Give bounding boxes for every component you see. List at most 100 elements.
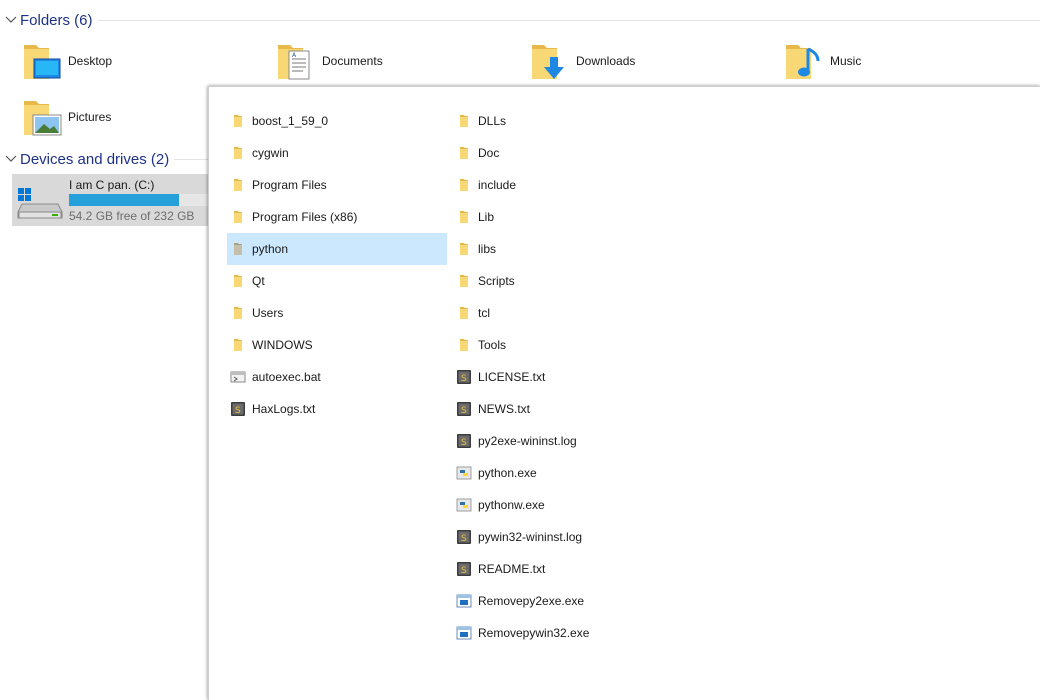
popup-item-label: Doc xyxy=(478,146,500,160)
popup-item[interactable]: python xyxy=(227,233,447,265)
app-exe-icon xyxy=(455,624,473,642)
folder-icon xyxy=(455,176,473,194)
downloads-folder-icon xyxy=(530,39,572,83)
folder-popup-menu: boost_1_59_0cygwin Program Files Program F… xyxy=(208,86,1040,700)
drive-name: I am C pan. (C:) xyxy=(69,178,155,192)
documents-folder-icon: A xyxy=(276,39,318,83)
popup-item[interactable]: S NEWS.txt xyxy=(453,393,673,425)
folder-icon xyxy=(229,272,247,290)
popup-item-label: autoexec.bat xyxy=(252,370,321,384)
folder-label-downloads: Downloads xyxy=(576,54,636,68)
popup-item[interactable]: Removepy2exe.exe xyxy=(453,585,673,617)
python-exe-icon xyxy=(455,464,473,482)
folder-icon xyxy=(455,144,473,162)
svg-text:S: S xyxy=(235,406,241,416)
popup-item[interactable]: libs xyxy=(453,233,673,265)
popup-item[interactable]: Lib xyxy=(453,201,673,233)
folder-tile-documents[interactable]: A Documents xyxy=(276,38,383,84)
folder-icon xyxy=(229,112,247,130)
popup-item[interactable]: DLLs xyxy=(453,105,673,137)
popup-item[interactable]: S LICENSE.txt xyxy=(453,361,673,393)
folder-icon xyxy=(455,240,473,258)
popup-item[interactable]: S README.txt xyxy=(453,553,673,585)
text-file-icon: S xyxy=(455,432,473,450)
folders-section-header[interactable]: Folders (6) xyxy=(4,9,93,31)
popup-item[interactable]: boost_1_59_0 xyxy=(227,105,447,137)
folder-icon xyxy=(229,336,247,354)
popup-item-label: Program Files (x86) xyxy=(252,210,358,224)
folder-icon xyxy=(455,112,473,130)
popup-item-label: cygwin xyxy=(252,146,289,160)
popup-item[interactable]: Users xyxy=(227,297,447,329)
python-exe-icon xyxy=(455,496,473,514)
app-exe-icon xyxy=(455,592,473,610)
text-file-icon: S xyxy=(455,368,473,386)
folder-label-desktop: Desktop xyxy=(68,54,113,68)
svg-text:S: S xyxy=(461,406,467,416)
music-folder-icon xyxy=(784,39,826,83)
drives-header-label: Devices and drives (2) xyxy=(20,150,170,168)
folder-label-pictures: Pictures xyxy=(68,110,112,124)
svg-text:S: S xyxy=(461,566,467,576)
folder-tile-music[interactable]: Music xyxy=(784,38,861,84)
folder-tile-pictures[interactable]: Pictures xyxy=(22,94,111,140)
text-file-icon: S xyxy=(455,560,473,578)
drive-usage-bar xyxy=(69,194,212,206)
folder-icon xyxy=(229,304,247,322)
folder-tile-downloads[interactable]: Downloads xyxy=(530,38,635,84)
popup-item[interactable]: include xyxy=(453,169,673,201)
popup-column-python: DLLs Doc include Lib libs Scripts tcl Tools S LIC… xyxy=(453,105,673,649)
drives-header-rule xyxy=(174,159,208,160)
batch-file-icon xyxy=(229,368,247,386)
popup-item[interactable]: WINDOWS xyxy=(227,329,447,361)
popup-item-label: DLLs xyxy=(478,114,507,128)
folder-icon xyxy=(455,272,473,290)
popup-item-label: pywin32-wininst.log xyxy=(478,530,583,544)
popup-item-label: Lib xyxy=(478,210,495,224)
folder-tile-desktop[interactable]: Desktop xyxy=(22,38,112,84)
popup-item[interactable]: Program Files (x86) xyxy=(227,201,447,233)
folder-icon xyxy=(229,176,247,194)
popup-item[interactable]: Scripts xyxy=(453,265,673,297)
popup-item-label: README.txt xyxy=(478,562,546,576)
svg-text:S: S xyxy=(461,534,467,544)
popup-item[interactable]: autoexec.bat xyxy=(227,361,447,393)
folder-icon xyxy=(229,208,247,226)
popup-item[interactable]: python.exe xyxy=(453,457,673,489)
folder-icon xyxy=(229,144,247,162)
popup-item[interactable]: S HaxLogs.txt xyxy=(227,393,447,425)
svg-text:S: S xyxy=(461,438,467,448)
popup-item[interactable]: Spy2exe-wininst.log xyxy=(453,425,673,457)
text-file-icon: S xyxy=(229,400,247,418)
popup-item-label: libs xyxy=(478,242,497,256)
popup-item-label: include xyxy=(478,178,517,192)
popup-item-label: boost_1_59_0 xyxy=(252,114,329,128)
popup-item-label: Removepywin32.exe xyxy=(478,626,590,640)
popup-item-label: NEWS.txt xyxy=(478,402,531,416)
folders-header-label: Folders (6) xyxy=(20,11,93,29)
popup-item[interactable]: Removepywin32.exe xyxy=(453,617,673,649)
drives-section-header[interactable]: Devices and drives (2) xyxy=(4,148,169,170)
popup-item[interactable]: Tools xyxy=(453,329,673,361)
text-file-icon: S xyxy=(455,400,473,418)
popup-item[interactable]: Spywin32-wininst.log xyxy=(453,521,673,553)
popup-item[interactable]: Qt xyxy=(227,265,447,297)
popup-item-label: Scripts xyxy=(478,274,515,288)
popup-item-label: Program Files xyxy=(252,178,327,192)
chevron-down-icon xyxy=(4,148,18,170)
folder-icon xyxy=(455,336,473,354)
popup-item-label: WINDOWS xyxy=(252,338,313,352)
pictures-folder-icon xyxy=(22,95,64,139)
popup-item[interactable]: Program Files xyxy=(227,169,447,201)
folder-label-documents: Documents xyxy=(322,54,383,68)
drive-tile-c[interactable]: I am C pan. (C:) 54.2 GB free of 232 GB xyxy=(12,174,212,226)
popup-item-label: pythonw.exe xyxy=(478,498,545,512)
folder-icon xyxy=(229,240,247,258)
hard-drive-icon xyxy=(16,186,64,222)
popup-item[interactable]: pythonw.exe xyxy=(453,489,673,521)
popup-item[interactable]: cygwin xyxy=(227,137,447,169)
popup-item[interactable]: tcl xyxy=(453,297,673,329)
folders-header-rule xyxy=(98,20,1040,21)
popup-item-label: Qt xyxy=(252,274,265,288)
popup-item[interactable]: Doc xyxy=(453,137,673,169)
